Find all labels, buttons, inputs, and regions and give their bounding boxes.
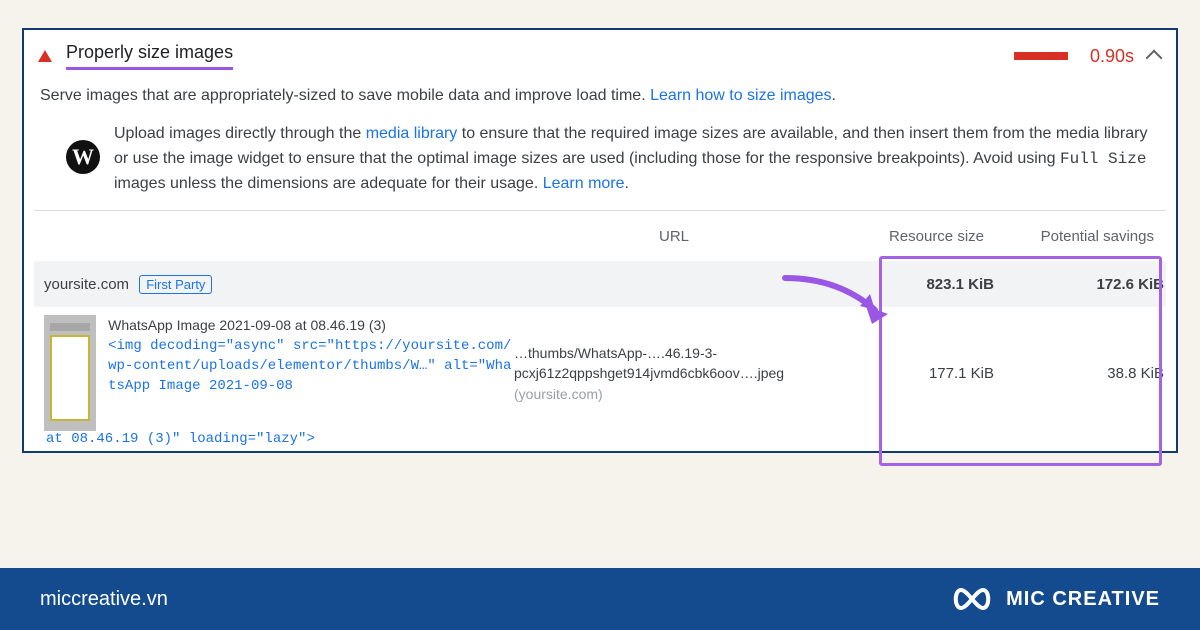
footer-brand-text: MIC CREATIVE (1006, 588, 1160, 611)
audit-header[interactable]: Properly size images 0.90s (34, 38, 1166, 78)
wordpress-icon: W (66, 140, 100, 174)
images-table: URL Resource size Potential savings your… (34, 210, 1166, 451)
first-party-badge: First Party (139, 275, 212, 294)
col-potential-savings: Potential savings (994, 228, 1164, 245)
warning-triangle-icon (38, 50, 52, 62)
image-html-code: <img decoding="async" src="https://yours… (108, 336, 514, 397)
impact-bar-icon (1014, 52, 1068, 60)
table-row[interactable]: WhatsApp Image 2021-09-08 at 08.46.19 (3… (34, 307, 1166, 431)
row-potential-savings: 38.8 KiB (1004, 365, 1174, 382)
row-resource-size: 177.1 KiB (854, 365, 1004, 382)
summary-potential-savings: 172.6 KiB (1004, 276, 1174, 293)
full-size-code: Full Size (1060, 150, 1146, 168)
audit-time: 0.90s (1090, 46, 1134, 67)
image-html-code-overflow: at 08.46.19 (3)" loading="lazy"> (34, 431, 1166, 451)
col-resource-size: Resource size (844, 228, 994, 245)
image-title: WhatsApp Image 2021-09-08 at 08.46.19 (3… (108, 315, 514, 335)
summary-resource-size: 823.1 KiB (854, 276, 1004, 293)
wordpress-tip-text: Upload images directly through the media… (114, 122, 1160, 196)
learn-more-link[interactable]: Learn more (543, 175, 625, 192)
table-summary-row[interactable]: yoursite.com First Party 823.1 KiB 172.6… (34, 261, 1166, 307)
footer-bar: miccreative.vn MIC CREATIVE (0, 568, 1200, 630)
table-header-row: URL Resource size Potential savings (34, 211, 1166, 261)
audit-card: Properly size images 0.90s Serve images … (22, 28, 1178, 453)
summary-host: yoursite.com First Party (44, 275, 514, 294)
image-meta: WhatsApp Image 2021-09-08 at 08.46.19 (3… (108, 315, 514, 396)
footer-brand: MIC CREATIVE (950, 586, 1160, 612)
col-url: URL (504, 228, 844, 245)
chevron-up-icon[interactable] (1146, 50, 1163, 67)
image-thumbnail (44, 315, 96, 431)
media-library-link[interactable]: media library (366, 125, 458, 142)
learn-size-images-link[interactable]: Learn how to size images (650, 87, 831, 104)
audit-description: Serve images that are appropriately-size… (34, 78, 1166, 122)
image-url-cell: …thumbs/WhatsApp-….46.19-3-pcxj61z2qppsh… (514, 343, 854, 404)
audit-title: Properly size images (66, 42, 233, 70)
infinity-icon (950, 586, 994, 612)
image-url-host: (yoursite.com) (514, 386, 603, 402)
wordpress-tip: W Upload images directly through the med… (34, 122, 1166, 210)
footer-site: miccreative.vn (40, 588, 168, 611)
audit-description-text: Serve images that are appropriately-size… (40, 87, 650, 104)
